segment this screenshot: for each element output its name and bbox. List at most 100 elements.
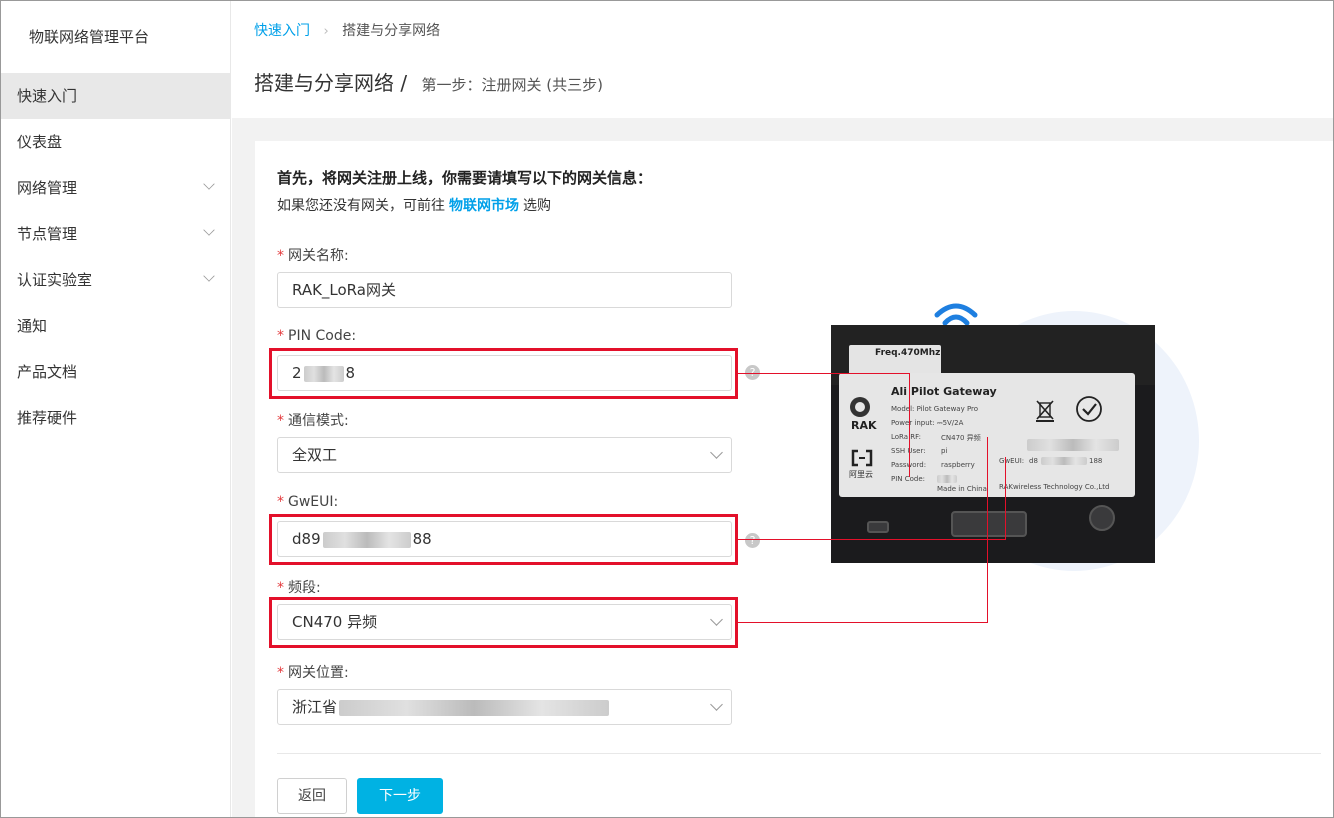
breadcrumb-separator: › [323,24,329,39]
page-title-main: 搭建与分享网络 / [254,71,408,95]
gateway-name-value: RAK_LoRa网关 [292,281,396,299]
chevron-down-icon [203,224,215,236]
required-mark: * [277,248,284,264]
usb-port [867,521,889,533]
gateway-name-input[interactable]: RAK_LoRa网关 [277,272,732,308]
label-gweui-value-start: d8 [1029,457,1038,465]
location-select[interactable]: 浙江省 [277,689,732,725]
next-step-button[interactable]: 下一步 [357,778,443,814]
chevron-down-icon [203,270,215,282]
rak-logo-icon [850,397,870,417]
intro-suffix: 选购 [523,198,551,214]
breadcrumb-current: 搭建与分享网络 [342,23,441,39]
sidebar-item-label: 快速入门 [17,87,78,105]
breadcrumb: 快速入门 › 搭建与分享网络 [254,20,440,40]
page-header: 快速入门 › 搭建与分享网络 搭建与分享网络 / 第一步：注册网关 (共三步) [232,1,1333,118]
band-label-text: 频段: [288,580,321,596]
required-mark: * [277,580,284,596]
connector-gweui-v [1005,457,1006,539]
sidebar-item-7[interactable]: 推荐硬件 [1,395,230,441]
required-mark: * [277,328,284,344]
label-pin-redacted [937,475,957,483]
label-barcode [1027,439,1119,451]
aliyun-logo-icon [851,449,873,467]
sidebar-item-label: 节点管理 [17,225,78,243]
highlight-pin-code [269,348,738,399]
breadcrumb-link-quickstart[interactable]: 快速入门 [254,23,310,39]
connector-pin-v [909,373,910,477]
intro-title: 首先，将网关注册上线，你需要请填写以下的网关信息： [277,169,653,187]
sidebar-item-1[interactable]: 仪表盘 [1,119,230,165]
sidebar-item-label: 推荐硬件 [17,409,78,427]
label-gweui: GwEUI: [999,457,1025,465]
connector-band-v [987,437,988,623]
iot-market-link[interactable]: 物联网市场 [449,198,519,214]
sidebar-item-5[interactable]: 通知 [1,303,230,349]
label-rak: RAK [851,419,877,432]
page-title: 搭建与分享网络 / 第一步：注册网关 (共三步) [254,67,603,96]
form-divider [277,753,1321,754]
chevron-down-icon [710,698,723,711]
hdmi-port [951,511,1027,537]
label-lora-rf: LoRa RF: [891,433,921,441]
weee-bin-icon [1036,400,1054,422]
label-maker: RAKwireless Technology Co.,Ltd [999,483,1110,491]
chevron-down-icon [710,446,723,459]
brand-title: 物联网络管理平台 [29,28,150,46]
page-subtitle: 第一步：注册网关 (共三步) [421,76,603,94]
sidebar-item-label: 认证实验室 [17,271,93,289]
label-model: Model: Pilot Gateway Pro [891,405,979,413]
label-title: Ali Pilot Gateway [891,385,997,398]
connector-pin-h [738,373,910,374]
comm-mode-select[interactable]: 全双工 [277,437,732,473]
comm-mode-value: 全双工 [292,446,338,464]
chevron-down-icon [203,178,215,190]
sidebar-item-0[interactable]: 快速入门 [1,73,230,119]
band-label: * 频段: [277,577,321,597]
required-mark: * [277,413,284,429]
sidebar-item-label: 仪表盘 [17,133,63,151]
back-button[interactable]: 返回 [277,778,347,814]
sidebar-item-4[interactable]: 认证实验室 [1,257,230,303]
label-password-value: raspberry [941,461,975,469]
sidebar-item-6[interactable]: 产品文档 [1,349,230,395]
sidebar-item-2[interactable]: 网络管理 [1,165,230,211]
label-lora-rf-value: CN470 异频 [941,434,981,442]
gweui-label-text: GwEUI: [288,494,339,510]
sidebar-item-label: 网络管理 [17,179,78,197]
label-gweui-redacted [1041,457,1087,465]
connector-gweui-h [738,539,1006,540]
label-ssh-user-value: pi [941,447,948,455]
app-window: 物联网络管理平台 快速入门 仪表盘 网络管理 节点管理 认证实验室 通知 产品文档 推荐硬件 … [0,0,1334,818]
gateway-name-label-text: 网关名称: [288,248,349,264]
comm-mode-label-text: 通信模式: [288,413,349,429]
highlight-band [269,597,738,648]
location-label-text: 网关位置: [288,665,349,681]
sidebar-item-label: 产品文档 [17,363,78,381]
required-mark: * [277,494,284,510]
label-aliyun: 阿里云 [849,470,873,479]
sidebar-item-label: 通知 [17,317,48,335]
required-mark: * [277,665,284,681]
label-made-in: Made in China [937,485,987,493]
sidebar-item-3[interactable]: 节点管理 [1,211,230,257]
comm-mode-label: * 通信模式: [277,410,349,430]
power-jack [1089,505,1115,531]
highlight-gweui [269,514,738,565]
location-value-start: 浙江省 [292,698,338,716]
location-redacted [339,699,610,716]
intro-prefix: 如果您还没有网关，可前往 [277,198,445,214]
location-label: * 网关位置: [277,662,349,682]
intro-subtitle: 如果您还没有网关，可前往 物联网市场 选购 [277,195,551,215]
gweui-label: * GwEUI: [277,494,338,510]
gateway-photo: Freq.470Mhz Ali Pilot Gateway RAK 阿里云 Mo… [831,325,1155,563]
certification-check-icon [1076,396,1102,422]
gateway-name-label: * 网关名称: [277,245,349,265]
label-gweui-value-end: 188 [1089,457,1103,465]
pin-code-label-text: PIN Code: [288,328,357,344]
label-power: Power input: ⎓5V/2A [891,419,964,427]
gweui-help-icon[interactable]: ? [745,533,760,548]
connector-band-h [738,622,988,623]
sidebar-nav: 快速入门仪表盘网络管理节点管理认证实验室通知产品文档推荐硬件 [1,73,230,441]
pin-code-label: * PIN Code: [277,328,356,344]
